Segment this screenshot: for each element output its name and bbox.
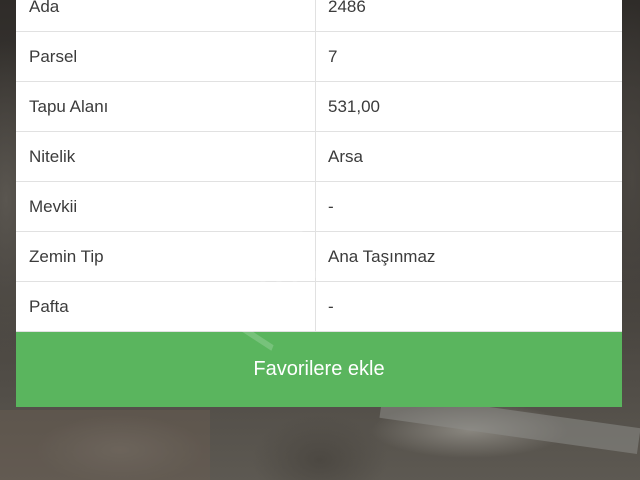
row-label-ada: Ada	[16, 0, 316, 31]
row-label-zemin-tip: Zemin Tip	[16, 232, 316, 281]
row-value-mevkii: -	[328, 196, 334, 216]
add-to-favorites-label: Favorilere ekle	[253, 358, 385, 380]
table-row: Tapu Alanı 531,00	[16, 82, 622, 132]
row-value-zemin-tip: Ana Taşınmaz	[328, 246, 436, 266]
row-value-parsel: 7	[328, 46, 338, 66]
parcel-details-table: Ada 2486 Parsel 7 Tapu Alanı 531,00 Nite…	[16, 0, 622, 332]
row-value-ada: 2486	[328, 0, 366, 16]
row-value-nitelik: Arsa	[328, 146, 363, 166]
table-row: Pafta -	[16, 282, 622, 332]
table-row: Nitelik Arsa	[16, 132, 622, 182]
row-label-parsel: Parsel	[16, 32, 316, 81]
table-row: Zemin Tip Ana Taşınmaz	[16, 232, 622, 282]
row-label-mevkii: Mevkii	[16, 182, 316, 231]
row-label-nitelik: Nitelik	[16, 132, 316, 181]
row-label-pafta: Pafta	[16, 282, 316, 331]
table-row: Ada 2486	[16, 0, 622, 32]
map-terrain	[0, 410, 210, 480]
table-row: Parsel 7	[16, 32, 622, 82]
add-to-favorites-button[interactable]: Favorilere ekle	[16, 332, 622, 407]
row-label-tapu-alani: Tapu Alanı	[16, 82, 316, 131]
row-value-pafta: -	[328, 296, 334, 316]
table-row: Mevkii -	[16, 182, 622, 232]
row-value-tapu-alani: 531,00	[328, 96, 380, 116]
